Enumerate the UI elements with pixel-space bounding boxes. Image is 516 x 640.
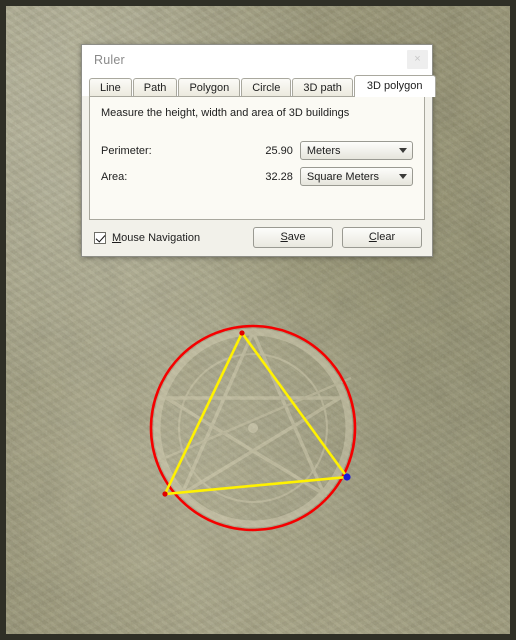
tab-line[interactable]: Line [89, 78, 132, 96]
panel-description: Measure the height, width and area of 3D… [101, 107, 350, 119]
tab-panel-3d-polygon: Measure the height, width and area of 3D… [89, 96, 425, 220]
page-title: Ruler [94, 52, 125, 67]
crop-circle-markings [153, 327, 353, 528]
tab-strip[interactable]: Line Path Polygon Circle 3D path 3D poly… [82, 74, 436, 97]
chevron-down-icon [399, 148, 407, 153]
dialog-titlebar[interactable]: Ruler × [82, 45, 432, 74]
tab-3d-polygon[interactable]: 3D polygon [353, 75, 436, 97]
mouse-navigation-mnemonic: M [112, 231, 122, 244]
ruler-dialog[interactable]: Ruler × Line Path Polygon Circle 3D path… [81, 44, 436, 257]
close-icon[interactable]: × [407, 50, 428, 69]
perimeter-unit-value: Meters [306, 144, 341, 157]
mouse-navigation-label: Mouse Navigation [112, 232, 200, 244]
tab-path[interactable]: Path [132, 78, 178, 96]
vertex-marker-top[interactable] [239, 330, 245, 336]
tab-3d-path[interactable]: 3D path [292, 78, 353, 96]
save-button[interactable]: Save [253, 227, 333, 248]
perimeter-label: Perimeter: [101, 144, 152, 157]
screenshot-root: Ruler × Line Path Polygon Circle 3D path… [0, 0, 516, 640]
area-label: Area: [101, 170, 128, 183]
clear-mnemonic: C [368, 231, 377, 243]
area-unit-select[interactable]: Square Meters [299, 167, 413, 186]
clear-label-rest: lear [376, 231, 396, 243]
perimeter-unit-select[interactable]: Meters [299, 141, 413, 160]
panel-spacer [101, 193, 413, 207]
chevron-down-icon [399, 174, 407, 179]
save-label-rest: ave [287, 231, 306, 243]
tab-polygon[interactable]: Polygon [178, 78, 241, 96]
vertex-marker-left[interactable] [162, 491, 168, 497]
dialog-footer: Mouse Navigation Save Clear [82, 220, 432, 256]
checkmark-icon[interactable] [94, 231, 106, 244]
tab-circle[interactable]: Circle [241, 78, 292, 96]
mouse-navigation-text: ouse Navigation [121, 231, 201, 244]
measurement-row-perimeter: Perimeter: 25.90 Meters [101, 141, 413, 160]
clear-button[interactable]: Clear [342, 227, 422, 248]
save-mnemonic: S [280, 231, 288, 243]
measurement-row-area: Area: 32.28 Square Meters [101, 167, 413, 186]
area-unit-value: Square Meters [306, 170, 380, 183]
perimeter-value: 25.90 [265, 144, 293, 157]
area-value: 32.28 [265, 170, 293, 183]
mouse-navigation-checkbox[interactable]: Mouse Navigation [94, 231, 244, 244]
vertex-marker-right-selected[interactable] [343, 473, 351, 481]
